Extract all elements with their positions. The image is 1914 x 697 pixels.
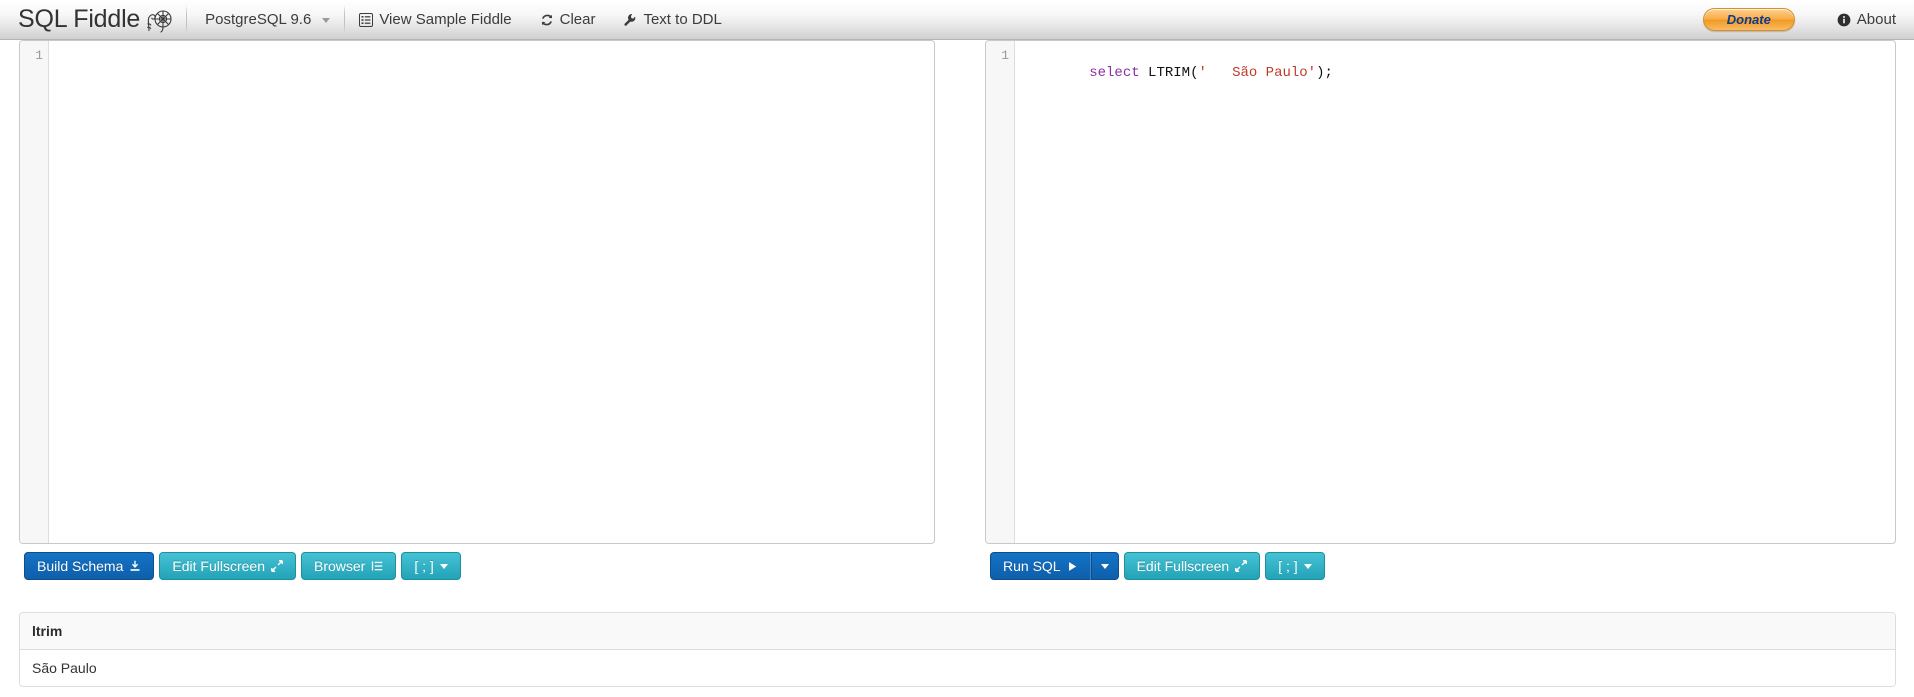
wrench-icon — [623, 13, 637, 27]
download-icon — [129, 560, 141, 572]
run-sql-label: Run SQL — [1003, 558, 1061, 574]
editor-workspace: 1 Build Schema Edit Fullscreen Browser [… — [0, 40, 1914, 600]
donate-button[interactable]: Donate — [1702, 8, 1795, 31]
sql-token-punct: ); — [1316, 65, 1333, 81]
run-sql-dropdown-toggle[interactable] — [1090, 552, 1119, 580]
brand-title: SQL Fiddle — [18, 5, 141, 33]
results-table-container: ltrim São Paulo — [19, 612, 1896, 687]
table-cell: São Paulo — [20, 649, 1895, 686]
schema-line-number: 1 — [35, 48, 43, 63]
refresh-icon — [540, 13, 554, 27]
top-navbar: SQL Fiddle PostgreSQL 9.6 View Sample Fi… — [0, 0, 1914, 40]
build-schema-button[interactable]: Build Schema — [24, 552, 155, 580]
sql-token-plain — [1140, 65, 1148, 81]
chevron-down-icon — [1303, 563, 1312, 569]
schema-button-bar: Build Schema Edit Fullscreen Browser [;… — [24, 552, 461, 580]
results-table: ltrim São Paulo — [20, 613, 1895, 686]
run-sql-split-button: Run SQL — [990, 552, 1119, 580]
query-semicolon-dropdown[interactable]: [ ; ] — [1265, 552, 1325, 580]
table-column-header: ltrim — [20, 613, 1895, 650]
brand-logo-link[interactable]: SQL Fiddle — [0, 0, 186, 39]
play-icon — [1067, 561, 1078, 572]
resize-full-icon — [271, 560, 283, 572]
list-alt-icon — [359, 12, 374, 27]
sql-token-string: ' São Paulo' — [1198, 65, 1317, 81]
browser-label: Browser — [313, 558, 366, 574]
indent-icon — [371, 560, 383, 572]
chevron-down-icon — [1100, 563, 1109, 569]
clear-button[interactable]: Clear — [526, 0, 610, 39]
query-edit-fullscreen-label: Edit Fullscreen — [1136, 558, 1230, 574]
about-button[interactable]: About — [1823, 0, 1896, 39]
schema-edit-fullscreen-label: Edit Fullscreen — [172, 558, 265, 574]
chevron-down-icon — [322, 18, 331, 23]
about-label: About — [1856, 11, 1896, 28]
query-editor-gutter: 1 — [986, 41, 1015, 543]
database-selector-label: PostgreSQL 9.6 — [205, 11, 312, 28]
donate-label: Donate — [1726, 12, 1771, 27]
table-body: São Paulo — [20, 649, 1895, 686]
text-to-ddl-label: Text to DDL — [643, 11, 722, 28]
schema-editor-gutter: 1 — [20, 41, 49, 543]
query-edit-fullscreen-button[interactable]: Edit Fullscreen — [1123, 552, 1261, 580]
schema-edit-fullscreen-button[interactable]: Edit Fullscreen — [159, 552, 296, 580]
query-semicolon-label: [ ; ] — [1278, 558, 1298, 574]
schema-semicolon-label: [ ; ] — [414, 558, 434, 574]
schema-pane: 1 Build Schema Edit Fullscreen Browser [… — [19, 40, 935, 580]
view-sample-fiddle-button[interactable]: View Sample Fiddle — [345, 0, 525, 39]
fiddlehead-fern-logo-icon — [142, 7, 172, 33]
sql-statement: select LTRIM(' São Paulo'); — [1089, 65, 1333, 81]
sql-token-function: LTRIM — [1148, 65, 1191, 81]
build-schema-label: Build Schema — [37, 558, 124, 574]
query-editor[interactable]: 1 select LTRIM(' São Paulo'); — [985, 40, 1896, 544]
query-editor-code[interactable]: select LTRIM(' São Paulo'); — [1016, 41, 1895, 543]
info-circle-icon — [1837, 13, 1851, 27]
table-header-row: ltrim — [20, 613, 1895, 650]
database-selector[interactable]: PostgreSQL 9.6 — [187, 0, 344, 39]
text-to-ddl-button[interactable]: Text to DDL — [609, 0, 735, 39]
schema-editor[interactable]: 1 — [19, 40, 935, 544]
browser-button[interactable]: Browser — [300, 552, 397, 580]
schema-semicolon-dropdown[interactable]: [ ; ] — [401, 552, 461, 580]
run-sql-button[interactable]: Run SQL — [990, 552, 1091, 580]
schema-editor-code[interactable] — [50, 41, 934, 543]
view-sample-fiddle-label: View Sample Fiddle — [379, 11, 512, 28]
resize-full-icon — [1235, 560, 1248, 572]
chevron-down-icon — [439, 563, 448, 569]
query-line-number: 1 — [1001, 48, 1009, 63]
table-row: São Paulo — [20, 649, 1895, 686]
navbar-right-group: Donate About — [1702, 0, 1914, 39]
query-button-bar: Run SQL Edit Fullscreen [;] — [990, 552, 1325, 580]
query-pane: 1 select LTRIM(' São Paulo'); Run SQL Ed… — [985, 40, 1896, 580]
sql-token-keyword: select — [1089, 65, 1140, 81]
clear-label: Clear — [559, 11, 596, 28]
